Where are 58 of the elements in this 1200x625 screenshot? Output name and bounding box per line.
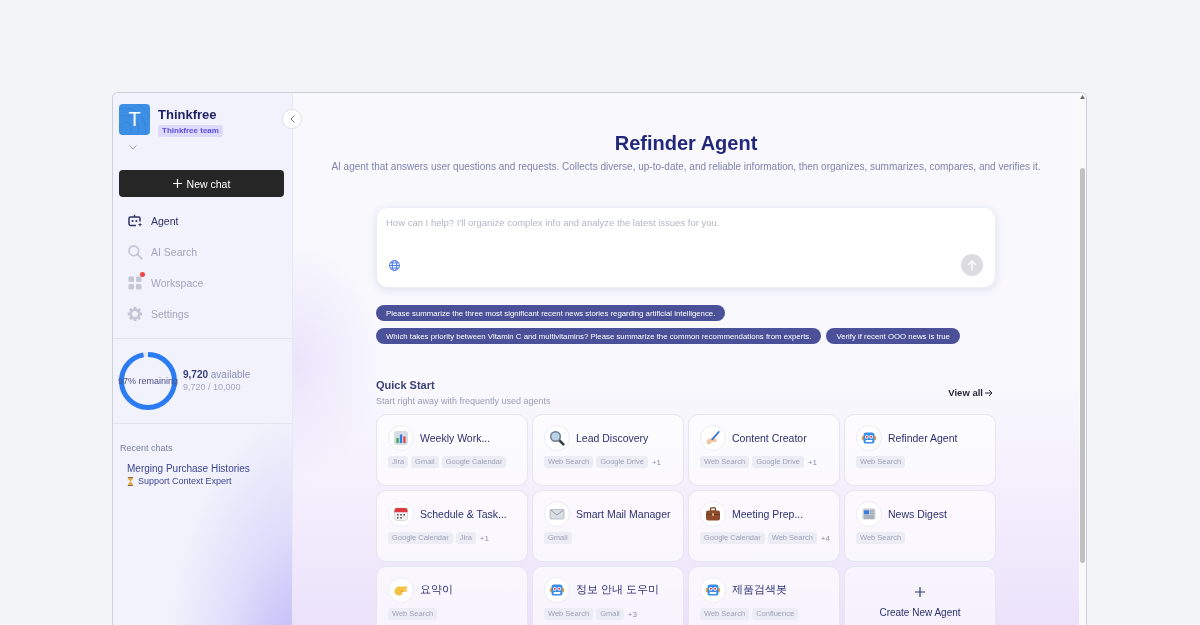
agent-name: 제품검색봇: [732, 583, 787, 597]
new-chat-button[interactable]: New chat: [119, 170, 284, 197]
credits-available: 9,720 available: [183, 368, 251, 381]
recent-chat-item[interactable]: Merging Purchase Histories Support Context Expert: [119, 463, 250, 487]
grid-icon: [127, 274, 143, 291]
settings-icon: [127, 305, 143, 322]
more-tools-count: +3: [627, 609, 637, 619]
caret-up-icon[interactable]: [1080, 95, 1085, 99]
collapse-sidebar-button[interactable]: [282, 109, 302, 129]
more-tools-count: +4: [820, 533, 830, 543]
globe-icon[interactable]: [389, 259, 400, 271]
agent-name: Schedule & Task...: [420, 508, 507, 520]
hand-icon: [388, 577, 414, 603]
robot-icon: [856, 425, 882, 451]
more-tools-count: +1: [807, 457, 818, 467]
agent-name: Lead Discovery: [576, 432, 649, 444]
agent-name: Content Creator: [732, 432, 807, 444]
page-title: Refinder Agent: [613, 131, 759, 155]
send-button[interactable]: [961, 254, 983, 276]
agent-name: Meeting Prep...: [732, 508, 804, 520]
briefcase-icon: [700, 501, 726, 527]
agent-name: News Digest: [888, 508, 947, 520]
workspace-logo: T: [119, 104, 150, 135]
agent-name: Refinder Agent: [888, 432, 958, 444]
agent-name: Smart Mail Manager: [576, 508, 671, 520]
bar-chart-icon: [388, 425, 414, 451]
writing-hand-icon: [700, 425, 726, 451]
plus-icon: [915, 587, 925, 597]
hourglass-icon: [127, 476, 134, 486]
credits-usage: 9,720 / 10,000: [183, 381, 242, 394]
recent-chats-heading: Recent chats: [119, 442, 174, 454]
envelope-icon: [544, 501, 570, 527]
workspace-name: Thinkfree: [158, 107, 217, 123]
arrow-right-icon: [985, 388, 993, 397]
team-badge: Thinkfree team: [158, 125, 223, 137]
magnifier-icon: [544, 425, 570, 451]
robot-icon: [700, 577, 726, 603]
agent-name: Weekly Work...: [420, 432, 491, 444]
bot-sparkle-icon: [127, 212, 143, 229]
calendar-icon: [388, 501, 414, 527]
chevron-left-icon: [289, 115, 295, 123]
plus-icon: [172, 179, 182, 188]
more-tools-count: +1: [651, 457, 662, 467]
nav-item[interactable]: Agent: [119, 205, 284, 236]
newspaper-icon: [856, 501, 882, 527]
chevron-down-icon[interactable]: [129, 145, 137, 150]
create-agent-card[interactable]: Create New Agent: [844, 566, 996, 625]
section-title: Quick Start: [376, 378, 436, 392]
view-all-link[interactable]: View all: [948, 387, 993, 398]
robot-icon: [544, 577, 570, 603]
agent-name: 요약이: [420, 583, 453, 597]
arrow-up-icon: [967, 259, 977, 271]
agent-name: 정보 안내 도우미: [576, 583, 659, 597]
scrollbar-thumb[interactable]: [1080, 168, 1085, 563]
search-icon: [127, 243, 143, 260]
more-tools-count: +1: [479, 533, 489, 543]
page-subtitle: AI agent that answers user questions and requests. Collects diverse, up-to-date, and reliable information, then organizes, summarizes, compares, and verifies it.: [330, 160, 1042, 174]
section-subtitle: Start right away with frequently used agents: [376, 395, 551, 407]
